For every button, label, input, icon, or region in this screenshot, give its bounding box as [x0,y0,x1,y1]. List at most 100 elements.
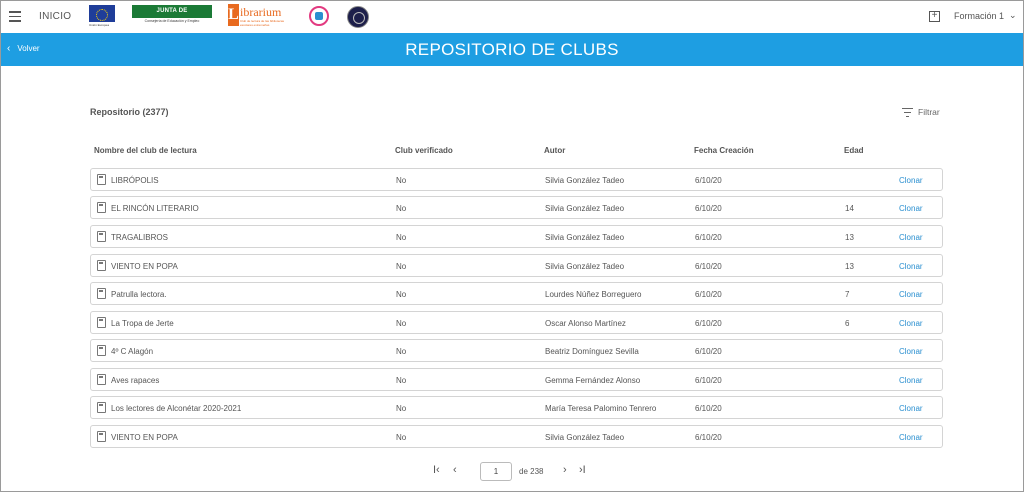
top-bar: INICIO Unión Europea JUNTA DE EXTREMADUR… [1,1,1023,33]
partner-logo-circle-icon [309,6,329,26]
clone-link[interactable]: Clonar [899,262,923,271]
club-verified: No [396,204,407,213]
club-author: Silvia González Tadeo [545,233,625,242]
club-name: TRAGALIBROS [111,233,168,242]
club-date: 6/10/20 [695,233,722,242]
book-icon [97,202,106,213]
first-page-icon[interactable]: I‹ [433,464,440,476]
hamburger-menu-icon[interactable] [9,11,21,22]
clone-link[interactable]: Clonar [899,233,923,242]
junta-label: JUNTA DE EXTREMADURA [132,5,212,27]
club-verified: No [396,262,407,271]
book-icon [97,288,106,299]
column-header-author[interactable]: Autor [544,146,565,155]
club-author: Gemma Fernández Alonso [545,376,641,385]
previous-page-icon[interactable]: ‹ [453,464,457,476]
club-age: 14 [845,204,854,213]
table-row[interactable]: LIBRÓPOLIS No Silvia González Tadeo 6/10… [90,168,943,191]
course-selector[interactable]: Formación 1 [954,11,1004,21]
clone-link[interactable]: Clonar [899,376,923,385]
book-icon [97,402,106,413]
club-verified: No [396,376,407,385]
club-date: 6/10/20 [695,347,722,356]
next-page-icon[interactable]: › [563,464,567,476]
librarium-word: ibrarium [240,5,282,19]
club-name: Aves rapaces [111,376,160,385]
home-link[interactable]: INICIO [39,11,71,22]
junta-logo: JUNTA DE EXTREMADURA Consejería de Educa… [132,5,212,27]
club-date: 6/10/20 [695,262,722,271]
club-author: Beatriz Domínguez Sevilla [545,347,639,356]
junta-caption: Consejería de Educación y Empleo [144,19,200,23]
filter-icon [902,107,913,117]
club-age: 7 [845,290,850,299]
club-name: Los lectores de Alconétar 2020-2021 [111,404,242,413]
table-row[interactable]: EL RINCÓN LITERARIO No Silvia González T… [90,196,943,219]
column-header-verified[interactable]: Club verificado [395,146,453,155]
club-author: Oscar Alonso Martínez [545,319,626,328]
book-icon [97,431,106,442]
chevron-down-icon[interactable]: ⌄ [1009,10,1017,21]
club-verified: No [396,233,407,242]
table-row[interactable]: VIENTO EN POPA No Silvia González Tadeo … [90,254,943,277]
table-row[interactable]: Patrulla lectora. No Lourdes Núñez Borre… [90,282,943,305]
app-window: INICIO Unión Europea JUNTA DE EXTREMADUR… [0,0,1024,492]
club-author: Silvia González Tadeo [545,433,625,442]
clone-link[interactable]: Clonar [899,290,923,299]
clone-link[interactable]: Clonar [899,176,923,185]
club-date: 6/10/20 [695,290,722,299]
club-verified: No [396,347,407,356]
book-icon [97,317,106,328]
column-header-date[interactable]: Fecha Creación [694,146,754,155]
club-name: La Tropa de Jerte [111,319,174,328]
eu-caption: Unión Europea [89,23,110,27]
repository-title: Repositorio (2377) [90,107,169,117]
column-header-name[interactable]: Nombre del club de lectura [94,146,197,155]
pagination: I‹ ‹ de 238 › ›I [1,462,1023,482]
club-author: María Teresa Palomino Tenrero [545,404,657,413]
clone-link[interactable]: Clonar [899,204,923,213]
club-date: 6/10/20 [695,176,722,185]
table-row[interactable]: Aves rapaces No Gemma Fernández Alonso 6… [90,368,943,391]
club-age: 13 [845,262,854,271]
filter-button[interactable]: Filtrar [902,107,940,117]
librarium-logo: L ibrarium Club de lectura de las biblio… [228,4,293,30]
club-age: 6 [845,319,850,328]
last-page-icon[interactable]: ›I [579,464,586,476]
club-name: Patrulla lectora. [111,290,167,299]
book-icon [97,345,106,356]
clone-link[interactable]: Clonar [899,319,923,328]
book-icon [97,374,106,385]
clone-link[interactable]: Clonar [899,404,923,413]
clone-link[interactable]: Clonar [899,347,923,356]
club-verified: No [396,319,407,328]
page-header: ‹ Volver REPOSITORIO DE CLUBS [1,33,1023,66]
club-verified: No [396,176,407,185]
club-date: 6/10/20 [695,319,722,328]
club-name: 4º C Alagón [111,347,154,356]
table-row[interactable]: 4º C Alagón No Beatriz Domínguez Sevilla… [90,339,943,362]
filter-label: Filtrar [918,107,940,117]
clone-link[interactable]: Clonar [899,433,923,442]
table-row[interactable]: Los lectores de Alconétar 2020-2021 No M… [90,396,943,419]
librarium-letter: L [228,4,239,26]
column-header-age[interactable]: Edad [844,146,864,155]
club-date: 6/10/20 [695,433,722,442]
table-row[interactable]: VIENTO EN POPA No Silvia González Tadeo … [90,425,943,448]
page-title: REPOSITORIO DE CLUBS [405,40,619,59]
add-square-icon[interactable]: + [929,11,940,22]
club-author: Silvia González Tadeo [545,204,625,213]
table-row[interactable]: La Tropa de Jerte No Oscar Alonso Martín… [90,311,943,334]
club-verified: No [396,404,407,413]
club-name: LIBRÓPOLIS [111,176,159,185]
club-date: 6/10/20 [695,404,722,413]
page-number-input[interactable] [480,462,512,481]
table-row[interactable]: TRAGALIBROS No Silvia González Tadeo 6/1… [90,225,943,248]
book-icon [97,231,106,242]
librarium-subtitle: Club de lectura de las bibliotecas escol… [240,19,285,27]
club-verified: No [396,290,407,299]
club-date: 6/10/20 [695,204,722,213]
club-date: 6/10/20 [695,376,722,385]
book-icon [97,260,106,271]
club-author: Silvia González Tadeo [545,262,625,271]
